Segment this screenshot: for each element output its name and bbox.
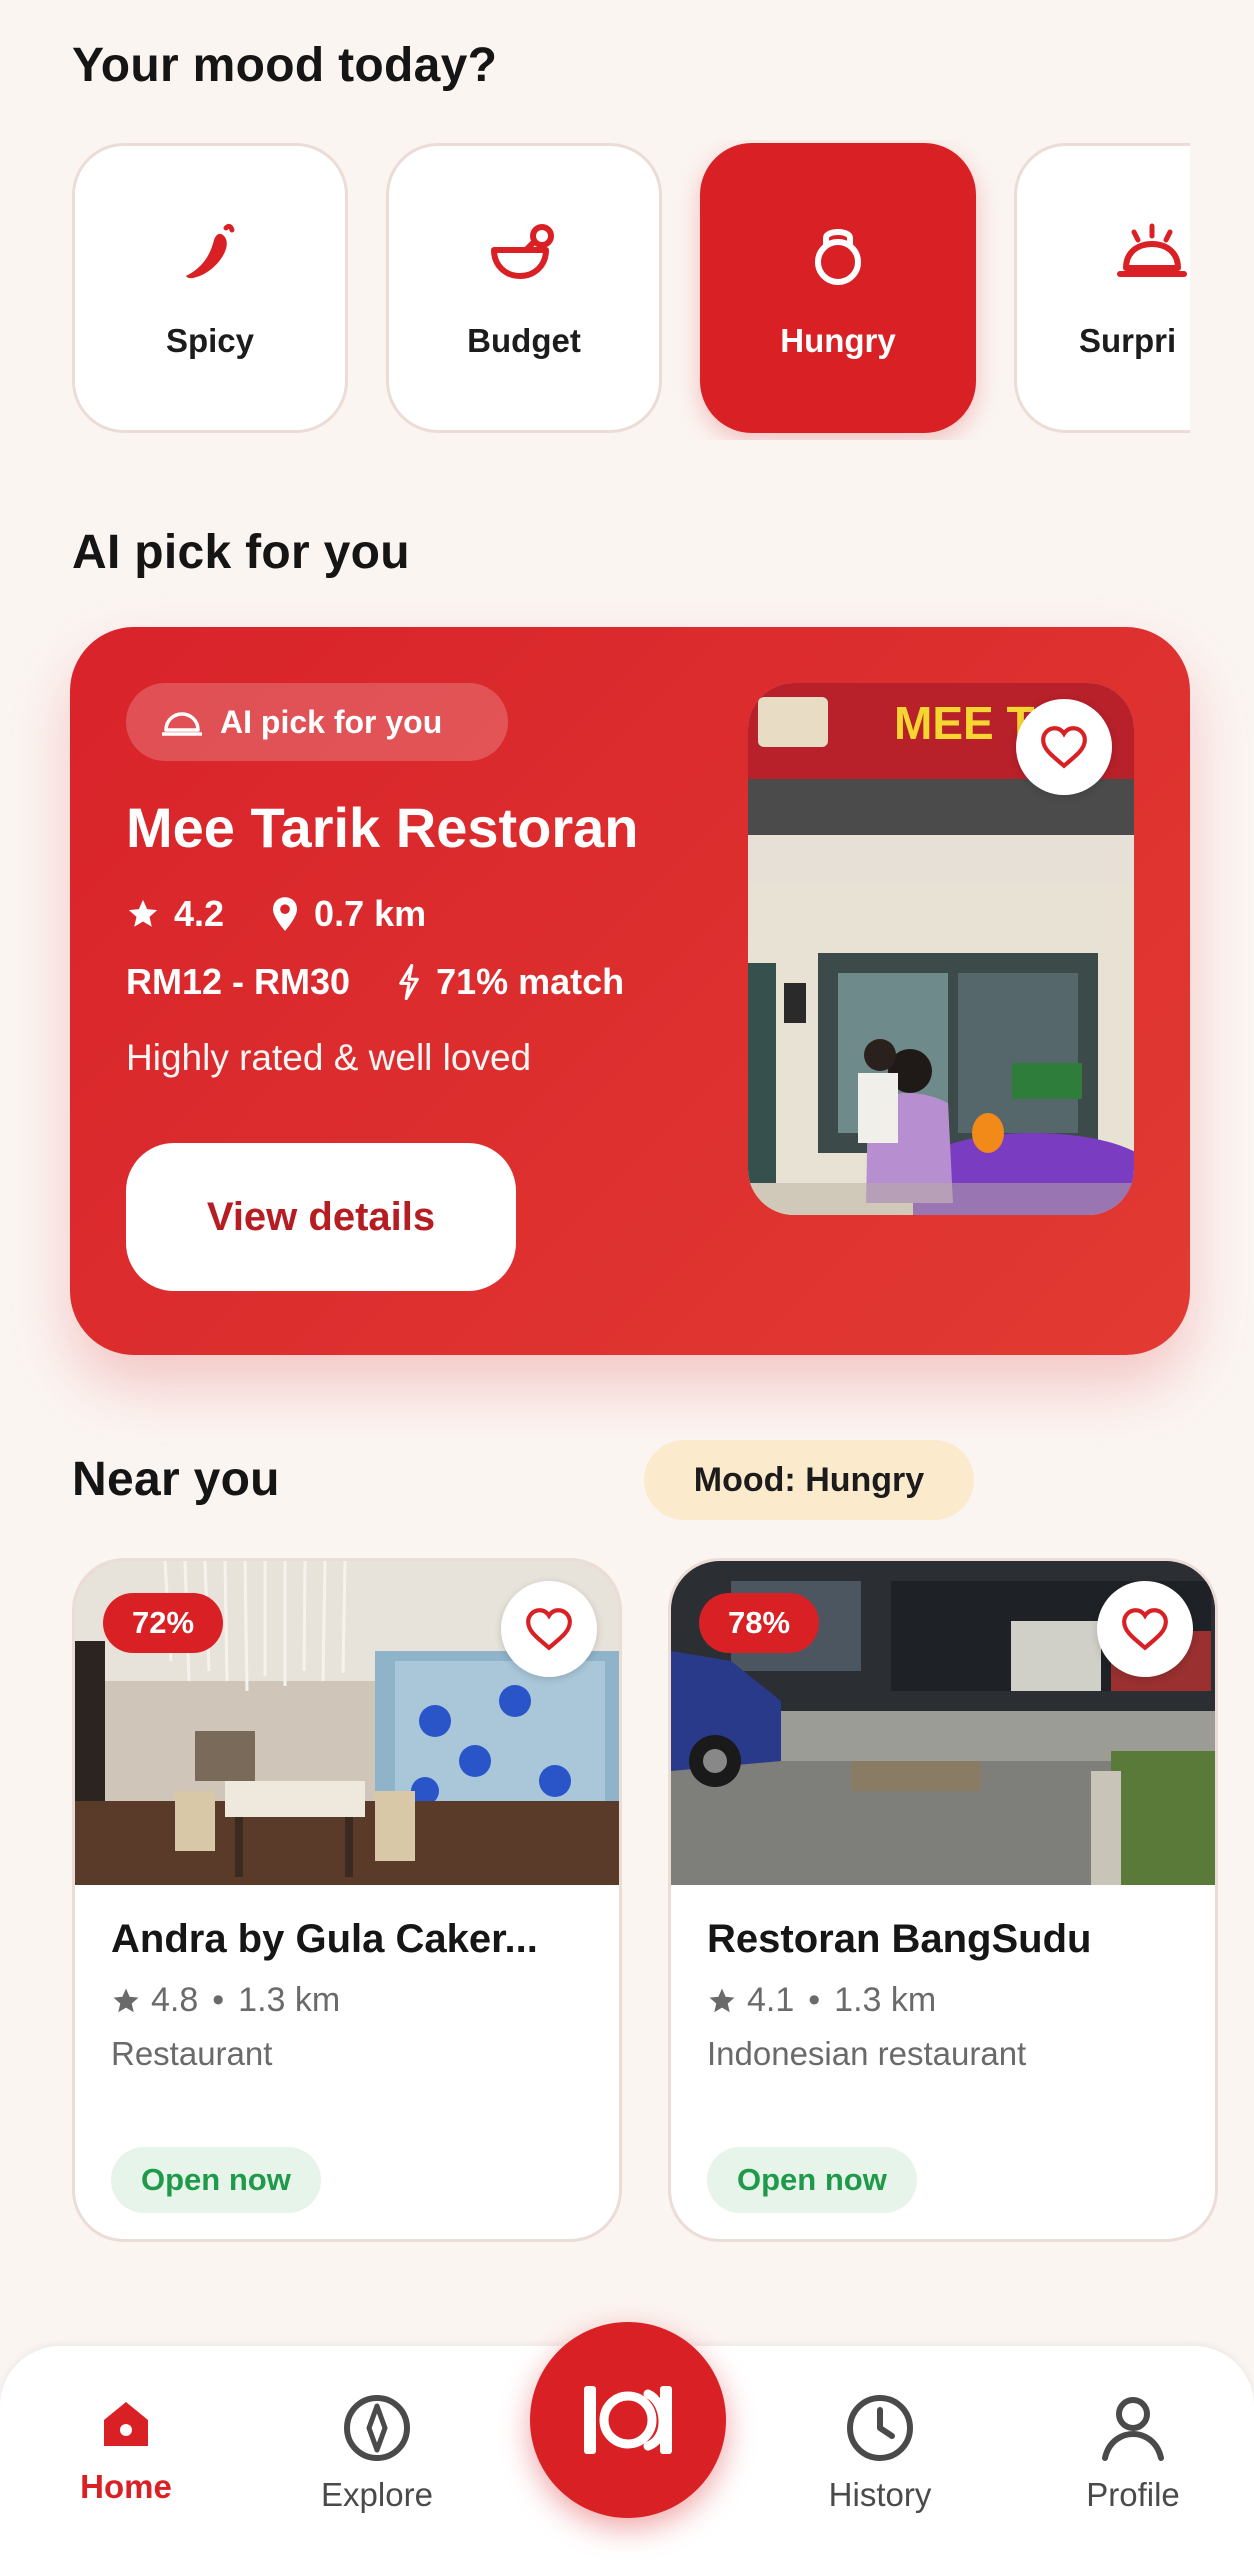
- place-type: Restaurant: [111, 2035, 273, 2072]
- camera-scan-icon: [584, 2386, 672, 2454]
- nav-label: Explore: [321, 2476, 433, 2513]
- place-distance: 1.3 km: [834, 1981, 937, 2019]
- open-status-badge: Open now: [111, 2147, 321, 2213]
- near-section-title: Near you: [72, 1453, 280, 1506]
- match-value: 71% match: [436, 961, 625, 1002]
- price-range: RM12 - RM30: [126, 961, 350, 1003]
- scan-camera-button[interactable]: [530, 2322, 726, 2518]
- place-card[interactable]: 78% Restoran BangSudu 4.1 • 1.3 km Indon…: [668, 1558, 1218, 2242]
- chili-icon: [186, 223, 235, 279]
- nav-history[interactable]: History: [780, 2394, 980, 2514]
- distance: 0.7 km: [270, 893, 426, 935]
- restaurant-name: Mee Tarik Restoran: [126, 796, 639, 859]
- place-name: Andra by Gula Caker...: [111, 1917, 538, 1961]
- nav-explore[interactable]: Explore: [277, 2394, 477, 2514]
- rating-value: 4.2: [174, 893, 225, 934]
- compass-icon: [344, 2395, 410, 2461]
- mood-chip[interactable]: Mood: Hungry: [644, 1440, 974, 1520]
- user-icon: [1102, 2397, 1164, 2461]
- restaurant-photo: MEE T...: [748, 683, 1134, 1215]
- mood-label: Budget: [467, 322, 581, 359]
- star-icon: [709, 1988, 735, 2012]
- place-rating: 4.1: [747, 1981, 795, 2019]
- view-details-button[interactable]: View details: [126, 1143, 516, 1291]
- ai-badge: AI pick for you: [126, 683, 508, 761]
- star-icon: [128, 899, 158, 927]
- favorite-button[interactable]: [501, 1581, 597, 1677]
- home-icon: [104, 2402, 148, 2446]
- mood-card-surprise[interactable]: Surpri: [1014, 143, 1190, 433]
- heart-icon: [1041, 726, 1087, 769]
- cloche-icon: [162, 712, 202, 736]
- place-card[interactable]: 72% Andra by Gula Caker... 4.8 • 1.3 km …: [72, 1558, 622, 2242]
- lightning-icon: [399, 964, 419, 1000]
- ai-section-title: AI pick for you: [72, 526, 410, 579]
- favorite-button[interactable]: [1097, 1581, 1193, 1677]
- ai-reason-text: Highly rated & well loved: [126, 1037, 532, 1078]
- meta-separator: •: [212, 1981, 225, 2019]
- price-match-row: RM12 - RM30 71% match: [126, 961, 624, 1003]
- mood-label: Spicy: [165, 322, 255, 359]
- mood-card-spicy[interactable]: Spicy: [72, 143, 348, 433]
- place-type: Indonesian restaurant: [707, 2035, 1027, 2072]
- heart-icon: [526, 1608, 572, 1651]
- nav-label: Profile: [1086, 2476, 1180, 2513]
- match-badge: 72%: [103, 1593, 223, 1653]
- star-icon: [113, 1988, 139, 2012]
- nav-label: History: [828, 2476, 932, 2513]
- distance-value: 0.7 km: [314, 893, 427, 934]
- lock-icon: [815, 229, 861, 285]
- nav-label: Home: [80, 2468, 172, 2505]
- match-badge: 78%: [699, 1593, 819, 1653]
- price-value: RM12 - RM30: [126, 961, 351, 1002]
- match-score: 71% match: [396, 961, 624, 1003]
- mood-label: Surpri: [1079, 322, 1177, 359]
- rating-distance-row: 4.2 0.7 km: [126, 893, 472, 935]
- mood-carousel[interactable]: Spicy Budget Hungry Surpri: [0, 140, 1190, 440]
- nav-profile[interactable]: Profile: [1033, 2394, 1233, 2514]
- meta-separator: •: [808, 1981, 821, 2019]
- mood-section-title: Your mood today?: [72, 39, 498, 92]
- open-status-badge: Open now: [707, 2147, 917, 2213]
- place-meta: 4.1 • 1.3 km: [707, 1981, 936, 2020]
- cloche-icon: [1117, 223, 1187, 277]
- favorite-button[interactable]: [1016, 699, 1112, 795]
- heart-icon: [1122, 1608, 1168, 1651]
- nav-home[interactable]: Home: [26, 2394, 226, 2506]
- bowl-icon: [491, 224, 554, 279]
- mood-card-budget[interactable]: Budget: [386, 143, 662, 433]
- clock-icon: [847, 2395, 913, 2461]
- mood-card-hungry[interactable]: Hungry: [700, 143, 976, 433]
- mood-label: Hungry: [780, 322, 896, 359]
- location-pin-icon: [273, 897, 298, 931]
- rating: 4.2: [126, 893, 224, 935]
- ai-badge-label: AI pick for you: [220, 703, 443, 740]
- place-name: Restoran BangSudu: [707, 1917, 1092, 1961]
- ai-pick-card[interactable]: AI pick for you Mee Tarik Restoran 4.2 0…: [70, 627, 1190, 1355]
- place-meta: 4.8 • 1.3 km: [111, 1981, 340, 2020]
- place-rating: 4.8: [151, 1981, 199, 2019]
- place-distance: 1.3 km: [238, 1981, 341, 2019]
